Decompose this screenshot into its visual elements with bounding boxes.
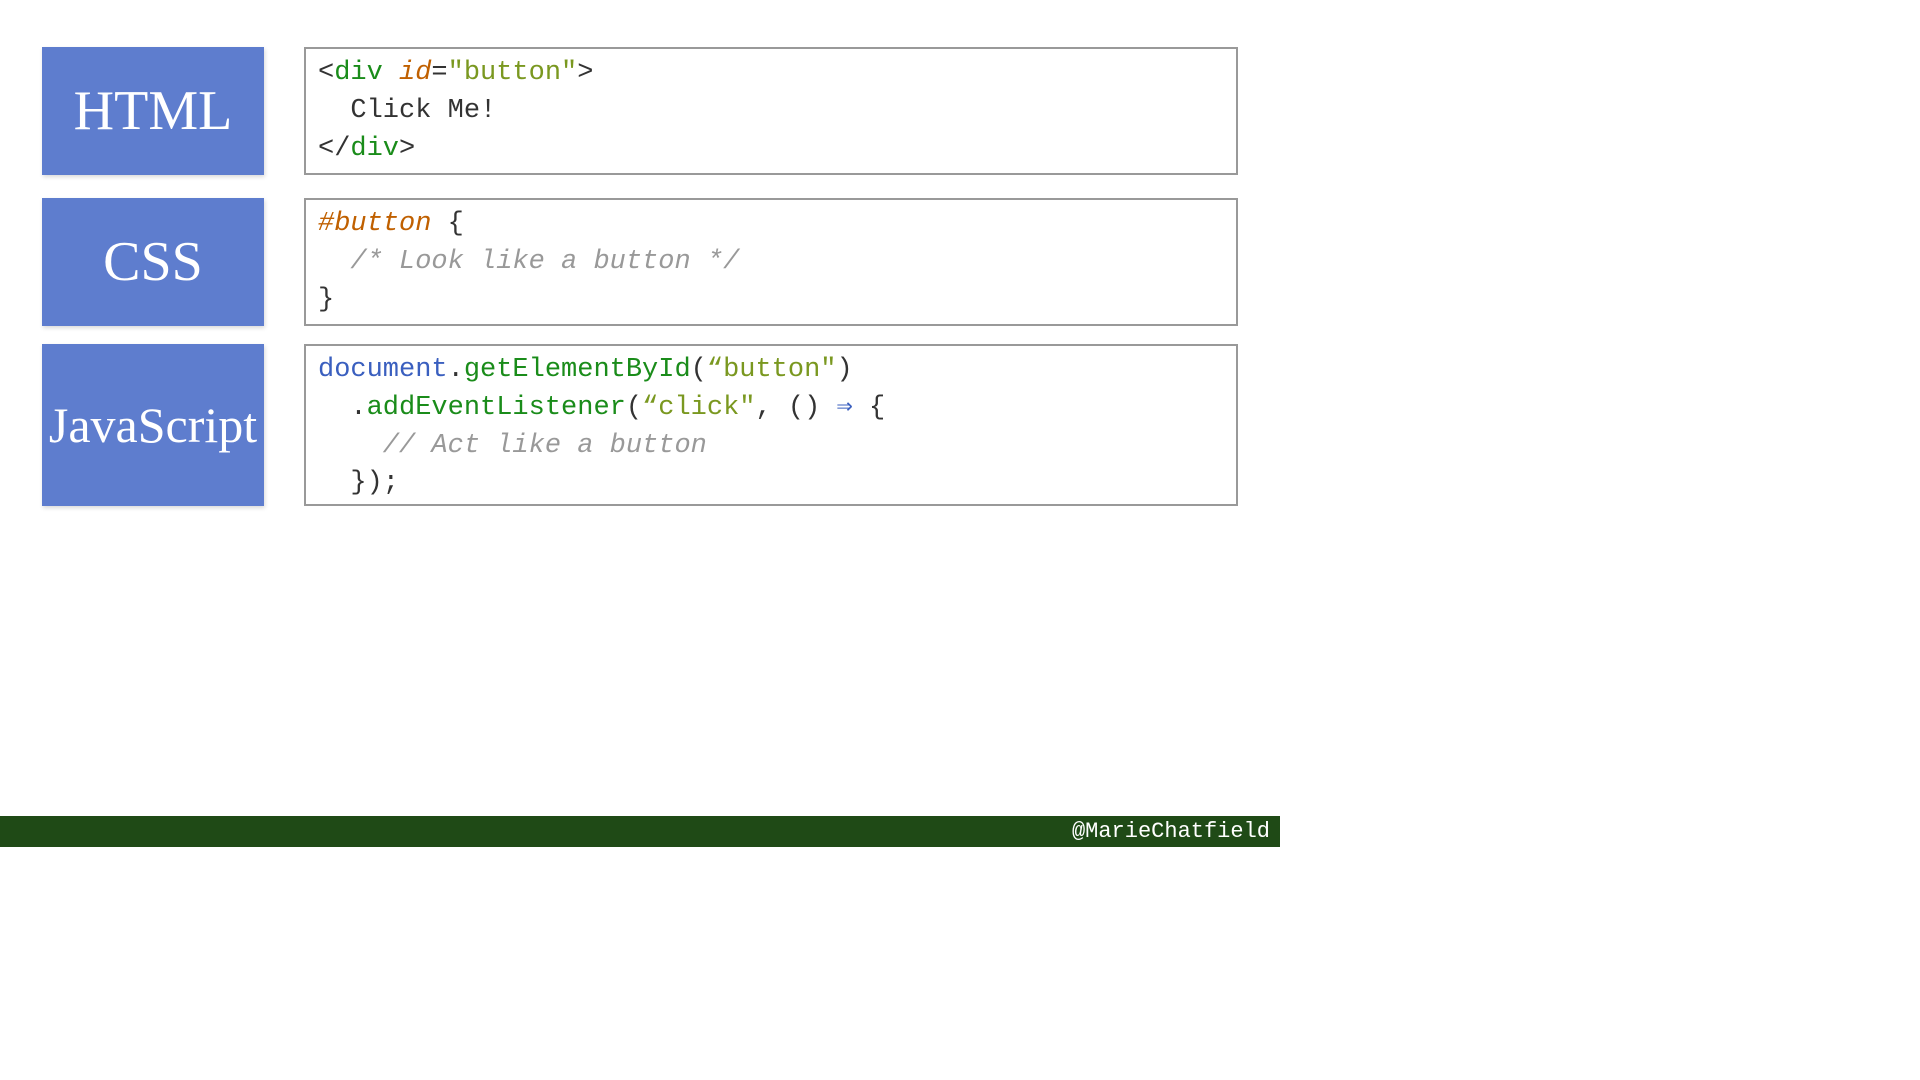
css-row: CSS #button { /* Look like a button */ } (42, 198, 1238, 326)
footer-handle: @MarieChatfield (1072, 819, 1270, 844)
js-code-box: document.getElementById(“button") .addEv… (304, 344, 1238, 506)
html-row: HTML <div id="button"> Click Me! </div> (42, 47, 1238, 175)
css-label-box: CSS (42, 198, 264, 326)
html-tag-open: div (334, 58, 383, 88)
js-l2-brace: { (869, 393, 885, 423)
html-tag-close: div (350, 134, 399, 164)
js-l2-arrow: ⇒ (820, 393, 869, 423)
html-val: "button" (448, 58, 578, 88)
js-l2-dot: . (350, 393, 366, 423)
js-row: JavaScript document.getElementById(“butt… (42, 344, 1238, 506)
html-close-bracket: > (577, 58, 593, 88)
html-open-bracket: < (318, 58, 334, 88)
js-label-box: JavaScript (42, 344, 264, 506)
footer-bar: @MarieChatfield (0, 816, 1280, 847)
js-l3: // Act like a button (318, 431, 707, 461)
html-eq: = (431, 58, 447, 88)
css-brace-open: { (431, 209, 463, 239)
js-l1-obj: document (318, 355, 448, 385)
html-label-box: HTML (42, 47, 264, 175)
js-l2-open: ( (626, 393, 642, 423)
css-label: CSS (103, 230, 203, 294)
js-l1-method: getElementById (464, 355, 691, 385)
css-brace-close: } (318, 285, 334, 315)
html-attr: id (399, 58, 431, 88)
css-selector: #button (318, 209, 431, 239)
html-code-box: <div id="button"> Click Me! </div> (304, 47, 1238, 175)
html-space (383, 58, 399, 88)
js-l2-comma: , (755, 393, 787, 423)
js-l1-dot: . (448, 355, 464, 385)
css-code-box: #button { /* Look like a button */ } (304, 198, 1238, 326)
js-l1-str: “button" (707, 355, 837, 385)
js-l1-open: ( (691, 355, 707, 385)
js-l2-method: addEventListener (367, 393, 626, 423)
js-label: JavaScript (49, 396, 257, 454)
html-content: Click Me! (318, 96, 496, 126)
html-label: HTML (74, 79, 233, 143)
html-close-open: </ (318, 134, 350, 164)
js-l2-str: “click" (642, 393, 755, 423)
js-l2-paren: () (788, 393, 820, 423)
js-l2-indent (318, 393, 350, 423)
js-l4: }); (318, 468, 399, 498)
html-close-close: > (399, 134, 415, 164)
js-l1-close: ) (837, 355, 853, 385)
css-comment: /* Look like a button */ (318, 247, 739, 277)
